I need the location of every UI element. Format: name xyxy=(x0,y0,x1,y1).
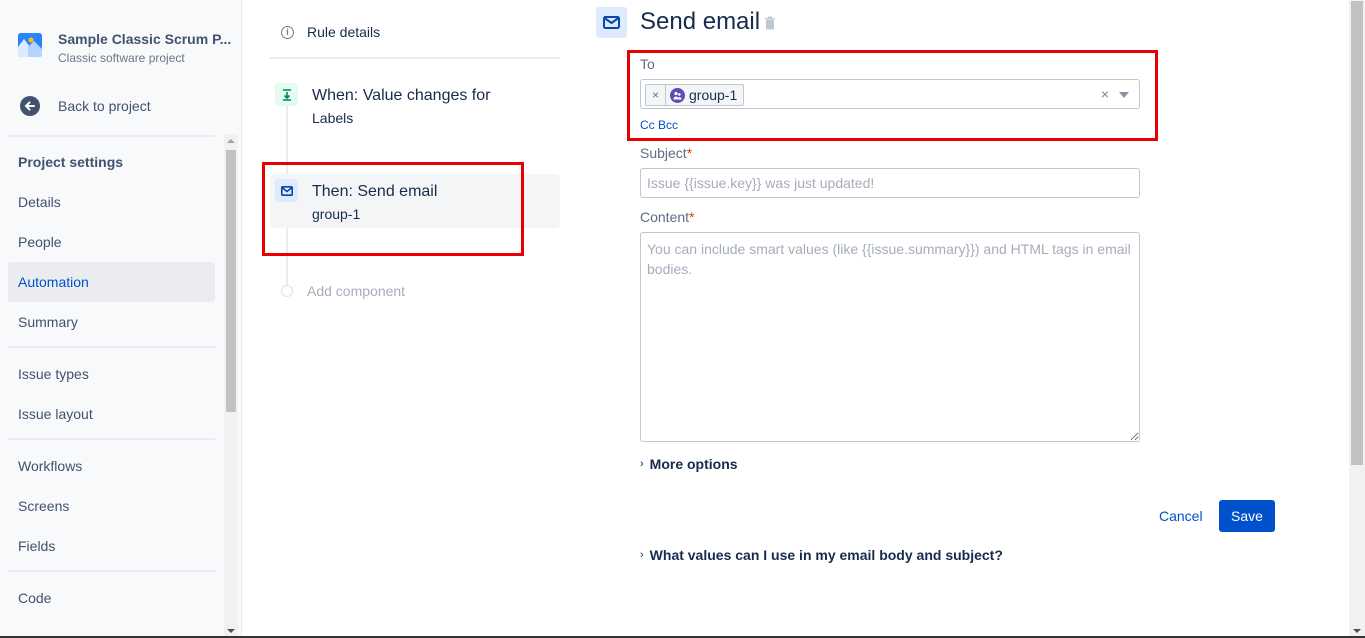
cc-bcc-link[interactable]: Cc Bcc xyxy=(640,118,678,132)
remove-recipient-icon[interactable]: × xyxy=(646,85,666,105)
arrow-left-icon xyxy=(20,96,40,116)
sidebar-item-workflows[interactable]: Workflows xyxy=(8,446,215,486)
page-title: Send email xyxy=(640,8,761,35)
sidebar-item-details[interactable]: Details xyxy=(8,182,215,222)
scroll-up-arrow-icon[interactable] xyxy=(227,139,235,143)
sidebar-item-fields[interactable]: Fields xyxy=(8,526,215,566)
clear-icon[interactable]: × xyxy=(1101,86,1109,102)
action-subtitle: group-1 xyxy=(312,206,361,222)
subject-label-text: Subject xyxy=(640,145,687,161)
more-options-toggle[interactable]: › More options xyxy=(640,456,738,472)
sidebar-item-people[interactable]: People xyxy=(8,222,215,262)
content-textarea[interactable] xyxy=(640,232,1140,442)
sidebar-item-screens[interactable]: Screens xyxy=(8,486,215,526)
subject-label: Subject* xyxy=(640,145,692,161)
sidebar-item-summary[interactable]: Summary xyxy=(8,302,215,342)
trigger-field-change-icon xyxy=(275,83,298,106)
info-icon: i xyxy=(281,25,294,39)
group-avatar-icon xyxy=(670,88,685,103)
project-logo-icon xyxy=(18,33,42,57)
to-label: To xyxy=(640,56,655,72)
send-email-editor: Send email To × group-1 × Cc Bcc Subject… xyxy=(594,0,1294,638)
project-sidebar: Sample Classic Scrum P... Classic softwa… xyxy=(0,0,242,638)
nav-divider xyxy=(8,438,215,440)
scroll-down-arrow-icon[interactable] xyxy=(227,629,235,633)
trigger-component[interactable]: When: Value changes for Labels xyxy=(270,78,560,130)
sidebar-item-code[interactable]: Code xyxy=(8,578,215,618)
to-recipients-select[interactable]: × group-1 × xyxy=(640,79,1140,109)
scrollbar-thumb[interactable] xyxy=(1351,1,1363,465)
back-to-project-link[interactable]: Back to project xyxy=(20,96,151,116)
subject-input[interactable] xyxy=(640,168,1140,198)
main-scrollbar[interactable] xyxy=(1349,0,1365,638)
sidebar-item-automation[interactable]: Automation xyxy=(8,262,215,302)
rule-components-panel: i Rule details When: Value changes for L… xyxy=(270,0,560,638)
recipient-label: group-1 xyxy=(689,87,738,103)
chevron-down-icon[interactable] xyxy=(1119,92,1129,98)
project-header[interactable]: Sample Classic Scrum P... Classic softwa… xyxy=(18,30,231,66)
project-type: Classic software project xyxy=(58,51,185,65)
nav-divider xyxy=(8,346,215,348)
sidebar-item-issue-layout[interactable]: Issue layout xyxy=(8,394,215,434)
help-values-toggle[interactable]: › What values can I use in my email body… xyxy=(640,547,1003,563)
project-name: Sample Classic Scrum P... xyxy=(58,31,232,47)
back-to-project-label: Back to project xyxy=(58,98,151,114)
sidebar-item-issue-types[interactable]: Issue types xyxy=(8,354,215,394)
add-component-label: Add component xyxy=(307,283,406,299)
chevron-right-icon: › xyxy=(640,458,644,470)
trigger-subtitle: Labels xyxy=(312,110,354,126)
scrollbar-thumb[interactable] xyxy=(226,150,236,412)
required-marker: * xyxy=(686,145,693,161)
content-label-text: Content xyxy=(640,209,690,225)
settings-nav: Project settings Details People Automati… xyxy=(8,135,215,638)
required-marker: * xyxy=(689,209,695,225)
content-label: Content* xyxy=(640,209,695,225)
mail-icon xyxy=(596,7,627,38)
scroll-down-arrow-icon[interactable] xyxy=(1353,629,1361,633)
save-button[interactable]: Save xyxy=(1219,500,1275,532)
chevron-right-icon: › xyxy=(640,549,644,561)
rule-details-link[interactable]: i Rule details xyxy=(270,24,380,40)
trash-icon[interactable] xyxy=(765,16,775,30)
nav-divider xyxy=(8,570,215,572)
sidebar-scrollbar[interactable] xyxy=(224,134,238,638)
divider xyxy=(270,57,560,59)
recipient-chip: × group-1 xyxy=(645,84,745,106)
rule-details-label: Rule details xyxy=(307,24,381,40)
add-component-circle-icon xyxy=(281,285,293,297)
add-component-button[interactable]: Add component xyxy=(281,283,405,299)
trigger-title: When: Value changes for xyxy=(312,87,491,104)
action-component-send-email[interactable]: Then: Send email group-1 xyxy=(270,174,560,228)
cancel-button[interactable]: Cancel xyxy=(1150,500,1212,532)
nav-heading: Project settings xyxy=(18,154,124,170)
mail-icon xyxy=(275,179,298,202)
automation-rule-editor: Sample Classic Scrum P... Classic softwa… xyxy=(0,0,1365,638)
help-values-label: What values can I use in my email body a… xyxy=(649,547,1003,563)
more-options-label: More options xyxy=(649,456,738,472)
action-title: Then: Send email xyxy=(312,183,438,200)
